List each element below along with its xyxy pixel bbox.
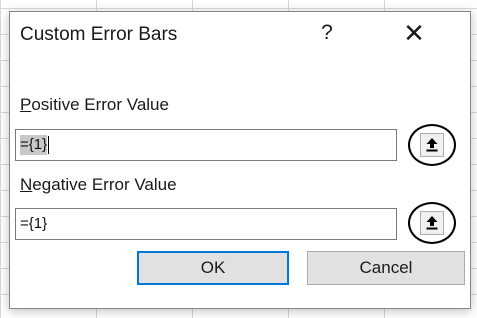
positive-error-value-input[interactable]: ={1} <box>15 129 397 161</box>
positive-label-text: ositive Error Value <box>31 95 169 114</box>
custom-error-bars-dialog: Custom Error Bars ? ✕ Positive Error Val… <box>9 11 471 309</box>
help-icon: ? <box>321 21 333 44</box>
negative-label-text: egative Error Value <box>32 175 177 194</box>
positive-label-mnemonic: P <box>20 95 32 114</box>
close-icon: ✕ <box>403 18 425 48</box>
collapse-dialog-arrow-up-icon <box>426 138 438 152</box>
positive-error-value-text: ={1} <box>20 135 48 155</box>
dialog-title: Custom Error Bars <box>20 24 178 45</box>
close-button[interactable]: ✕ <box>399 19 429 47</box>
negative-range-select-button[interactable] <box>408 202 456 244</box>
negative-error-value-label: Negative Error Value <box>20 175 177 195</box>
ok-button[interactable]: OK <box>137 251 289 285</box>
positive-range-select-button[interactable] <box>408 124 456 166</box>
help-button[interactable]: ? <box>314 19 340 47</box>
collapse-dialog-arrow-up-icon <box>426 216 438 230</box>
cancel-button[interactable]: Cancel <box>307 251 465 285</box>
positive-error-value-label: Positive Error Value <box>20 95 169 115</box>
negative-range-select-face <box>420 211 444 235</box>
positive-range-select-face <box>420 133 444 157</box>
negative-error-value-input[interactable]: ={1} <box>15 208 397 240</box>
negative-error-value-text: ={1} <box>20 215 48 232</box>
text-caret <box>48 136 50 155</box>
negative-label-mnemonic: N <box>20 175 33 194</box>
